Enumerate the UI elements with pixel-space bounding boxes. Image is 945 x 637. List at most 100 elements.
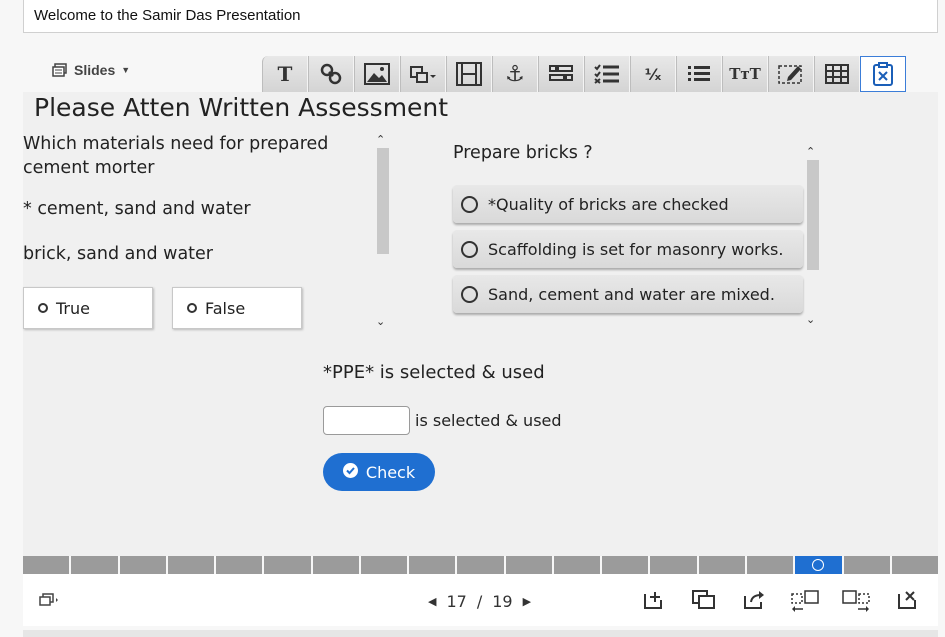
progress-segment[interactable] (698, 556, 747, 574)
progress-segment[interactable] (553, 556, 603, 574)
move-slide-right-icon[interactable] (842, 590, 870, 616)
progress-segment[interactable] (457, 556, 506, 574)
fill-blank-input[interactable] (323, 406, 410, 435)
assessment-tool-button[interactable] (860, 56, 906, 92)
option-label: *Quality of bricks are checked (488, 194, 729, 214)
slide-progress-bar (23, 556, 939, 574)
progress-segment[interactable] (602, 556, 651, 574)
progress-segment[interactable] (216, 556, 265, 574)
checklist-tool-button[interactable] (584, 56, 630, 92)
false-button[interactable]: False (172, 287, 302, 329)
true-label: True (56, 298, 90, 318)
slides-view-icon[interactable] (39, 592, 59, 611)
share-slide-icon[interactable] (743, 590, 765, 614)
pager-total: 19 (492, 592, 513, 611)
presentation-title-bar[interactable]: Welcome to the Samir Das Presentation (23, 0, 938, 33)
question2-scrollbar[interactable]: ⌃ ⌄ (805, 144, 819, 328)
edit-box-icon (778, 63, 804, 85)
add-slide-icon[interactable] (643, 590, 665, 614)
form-tool-button[interactable] (538, 56, 584, 92)
scrollbar-thumb[interactable] (807, 160, 819, 270)
scroll-down-icon: ⌄ (376, 315, 386, 328)
table-icon (825, 64, 849, 84)
table-tool-button[interactable] (814, 56, 860, 92)
clipboard-x-icon (872, 62, 894, 86)
scroll-down-icon: ⌄ (806, 313, 816, 326)
image-tool-button[interactable] (354, 56, 400, 92)
slide-stage: Please Atten Written Assessment Which ma… (23, 92, 938, 556)
link-icon (319, 62, 343, 86)
check-circle-icon (342, 462, 358, 482)
radio-icon (38, 303, 48, 313)
progress-segment[interactable] (650, 556, 699, 574)
text-tool-button[interactable]: T (262, 56, 308, 92)
scrollbar-thumb[interactable] (377, 148, 389, 254)
progress-segment[interactable] (264, 556, 313, 574)
progress-segment[interactable] (119, 556, 168, 574)
scroll-up-icon: ⌃ (376, 133, 386, 146)
progress-segment[interactable] (23, 556, 72, 574)
film-icon (456, 62, 482, 86)
question1-scrollbar[interactable]: ⌃ ⌄ (375, 132, 389, 330)
question1-statement-2: brick, sand and water (23, 244, 213, 264)
progress-segment[interactable] (71, 556, 120, 574)
pager-current: 17 (446, 592, 467, 611)
image-icon (364, 63, 390, 85)
slides-menu-button[interactable]: Slides ▼ (52, 62, 130, 78)
check-button[interactable]: Check (323, 453, 435, 491)
shape-icon (409, 63, 437, 85)
edit-tool-button[interactable] (768, 56, 814, 92)
anchor-tool-button[interactable]: ⚓ (492, 56, 538, 92)
list-tool-button[interactable] (676, 56, 722, 92)
fill-blank-text: is selected & used (415, 411, 562, 430)
scroll-up-icon: ⌃ (806, 145, 816, 158)
delete-slide-icon[interactable] (897, 590, 919, 614)
fraction-icon: ⅟ₓ (644, 64, 662, 84)
question2-option-2[interactable]: Scaffolding is set for masonry works. (453, 230, 803, 268)
progress-segment[interactable] (409, 556, 458, 574)
slide-title: Please Atten Written Assessment (34, 93, 449, 122)
question1-statement-1: * cement, sand and water (23, 199, 251, 219)
prev-slide-icon[interactable]: ◀ (428, 595, 436, 608)
slide-pager: ◀ 17 / 19 ▶ (428, 592, 531, 611)
question2-option-3[interactable]: Sand, cement and water are mixed. (453, 275, 803, 313)
progress-segment[interactable] (843, 556, 892, 574)
video-tool-button[interactable] (446, 56, 492, 92)
option-label: Scaffolding is set for masonry works. (488, 239, 784, 259)
list-icon (687, 64, 711, 84)
pager-separator: / (476, 592, 483, 611)
progress-segment[interactable] (891, 556, 939, 574)
next-slide-icon[interactable]: ▶ (523, 595, 531, 608)
progress-segment-current[interactable] (795, 556, 844, 574)
check-label: Check (365, 462, 416, 482)
text-tool-icon: T (277, 62, 293, 86)
option-label: Sand, cement and water are mixed. (488, 284, 775, 304)
progress-segment[interactable] (746, 556, 796, 574)
radio-icon (461, 285, 478, 303)
progress-segment[interactable] (312, 556, 361, 574)
question2-text: Prepare bricks ? (453, 143, 593, 163)
radio-icon (187, 303, 197, 313)
progress-segment[interactable] (360, 556, 410, 574)
form-icon (549, 64, 573, 84)
bottom-toolbar: ◀ 17 / 19 ▶ (23, 574, 938, 626)
duplicate-slide-icon[interactable] (692, 590, 716, 614)
question2-option-1[interactable]: *Quality of bricks are checked (453, 185, 803, 223)
move-slide-left-icon[interactable] (791, 590, 819, 616)
bottom-strip (23, 630, 938, 637)
false-label: False (205, 298, 246, 318)
link-tool-button[interactable] (308, 56, 354, 92)
slides-menu-label: Slides (74, 62, 116, 78)
fill-blank-answer: *PPE* is selected & used (323, 362, 545, 383)
shape-tool-button[interactable] (400, 56, 446, 92)
radio-icon (461, 240, 478, 258)
current-slide-dot-icon (812, 559, 825, 571)
progress-segment[interactable] (505, 556, 554, 574)
checklist-icon (594, 63, 620, 85)
radio-icon (461, 195, 478, 213)
math-tool-button[interactable]: ⅟ₓ (630, 56, 676, 92)
insert-toolbar: T ⚓ ⅟ₓ TᴛT (262, 56, 906, 92)
progress-segment[interactable] (167, 556, 217, 574)
text-size-tool-button[interactable]: TᴛT (722, 56, 768, 92)
true-button[interactable]: True (23, 287, 153, 329)
